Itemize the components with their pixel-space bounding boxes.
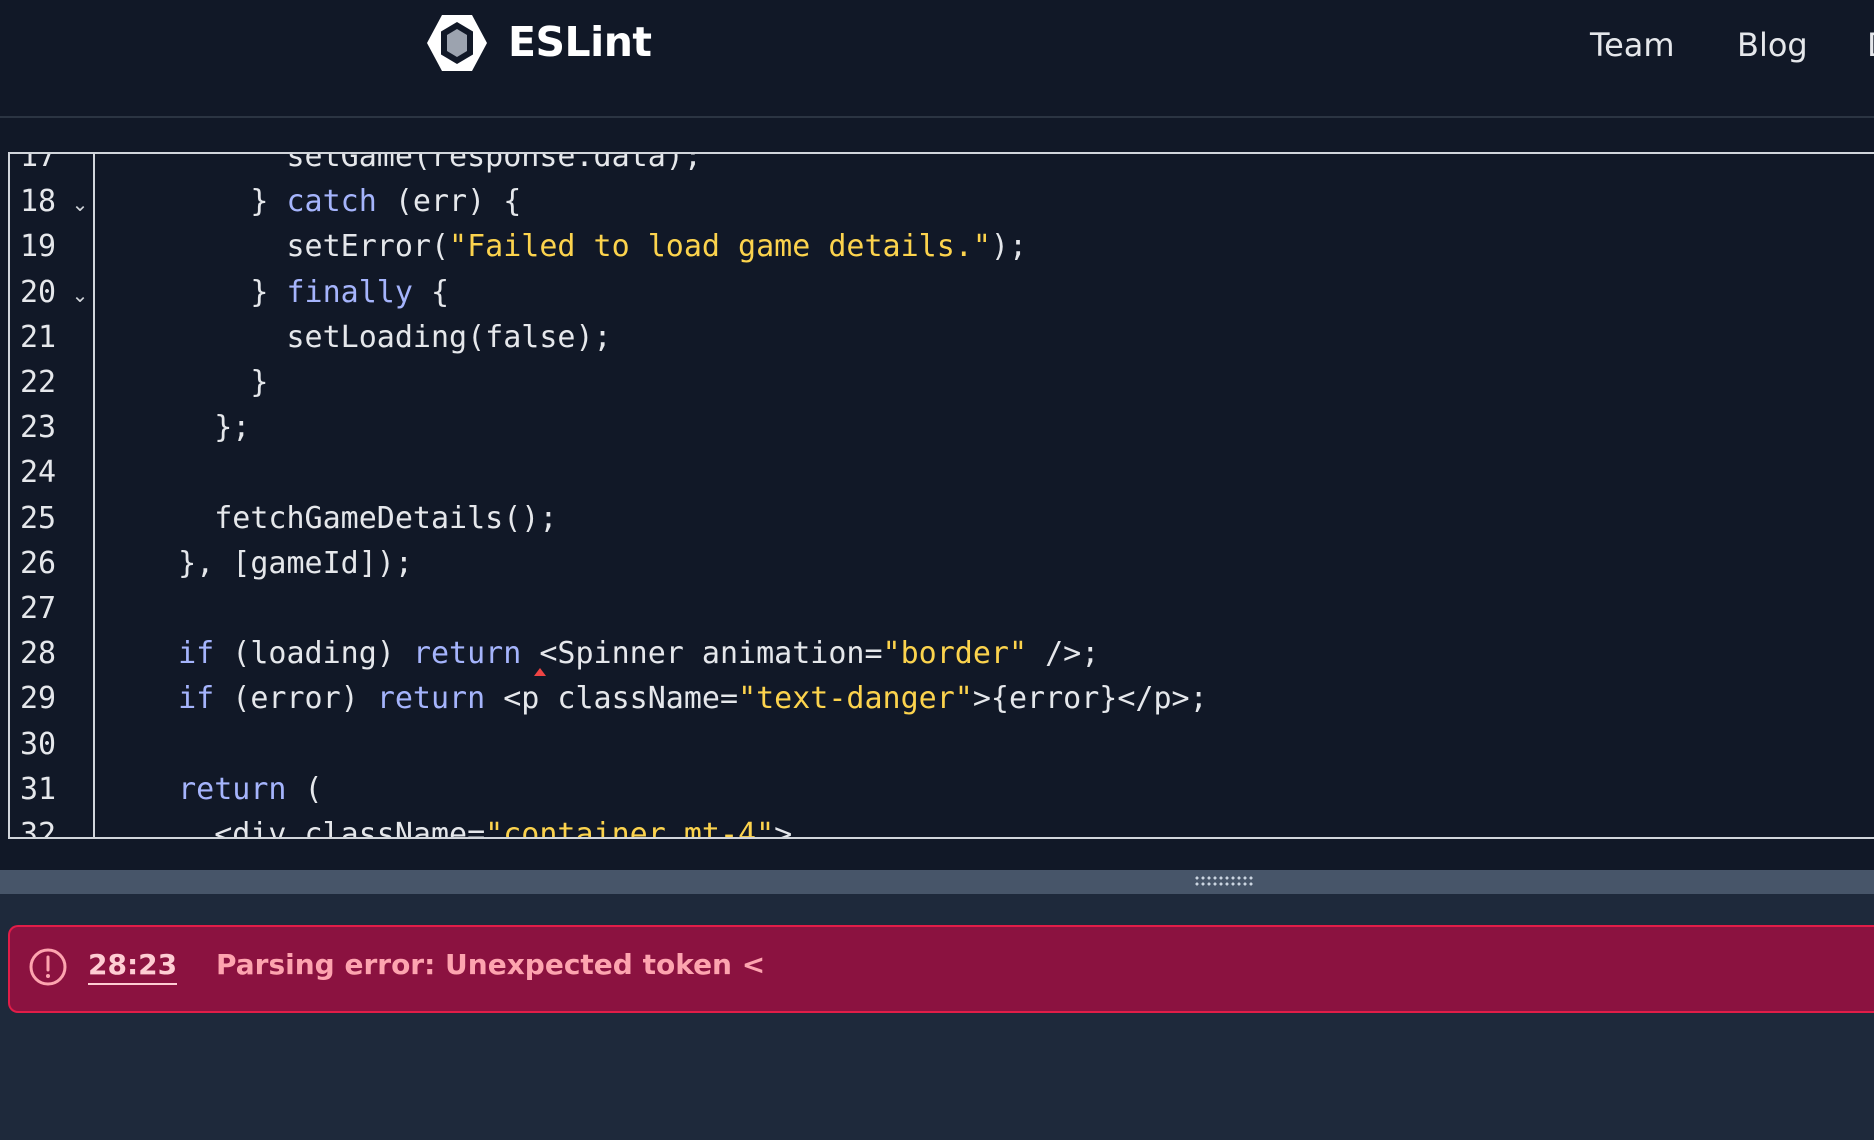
code-line[interactable]: return ( [142,767,323,812]
error-message-text: Parsing error: Unexpected token < [216,948,766,981]
code-token: setGame(response.data); [142,152,702,174]
code-line[interactable]: } finally { [142,270,449,315]
error-position-marker [534,668,546,676]
keyword-token: catch [286,184,377,220]
code-line[interactable]: setError("Failed to load game details.")… [142,224,1027,269]
error-location-link[interactable]: 28:23 [88,947,178,985]
code-token: />; [1027,636,1100,672]
code-editor[interactable]: 17 18 ⌄ 19 20 ⌄ 21 22 23 24 25 26 27 28 29 30 31 32 setGa… [8,152,1874,839]
nav-docs-link[interactable]: D [1867,26,1874,64]
brand-name[interactable]: ESLint [508,18,652,66]
code-token: { [412,274,450,310]
line-number: 21 [20,319,57,355]
string-token: "container mt-4" [485,817,775,839]
code-token: (error) [214,681,377,717]
string-token: "Failed to load game details." [449,229,991,265]
code-token: <p className= [485,681,739,717]
line-number: 27 [20,591,57,626]
line-number: 32 [20,817,57,839]
string-token: "text-danger" [738,681,973,717]
pane-resize-splitter[interactable] [0,870,1874,894]
code-line[interactable]: }, [gameId]); [142,541,413,586]
code-token: } [142,274,287,310]
site-header: ESLint Team Blog D [0,0,1874,118]
keyword-token: if [178,681,215,717]
line-number: 31 [20,771,57,807]
line-number: 18 [20,184,57,220]
code-line[interactable]: setGame(response.data); [142,152,702,179]
code-token: }; [142,410,251,446]
line-number: 26 [20,545,57,581]
line-number: 19 [20,229,57,265]
code-line[interactable]: if (error) return <p className="text-dan… [142,676,1208,721]
code-token: <Spinner animation= [521,636,883,672]
keyword-token: return [376,681,486,717]
line-number: 17 [20,152,57,174]
code-token: }, [gameId]); [142,545,413,581]
code-line[interactable]: } [142,360,268,405]
code-token: (err) { [376,184,522,220]
code-line[interactable]: <div className="container mt-4"> [142,812,793,839]
line-number: 20 [20,274,57,310]
line-number: 25 [20,500,57,536]
nav-team-link[interactable]: Team [1590,26,1675,64]
code-token: } [142,365,269,400]
code-token: } [142,184,287,220]
code-line[interactable]: }; [142,405,250,450]
alert-circle-icon [29,948,67,986]
line-number: 24 [20,455,57,491]
drag-handle-icon[interactable] [1194,875,1254,887]
code-token: >{error}</p>; [972,681,1208,717]
code-line[interactable]: fetchGameDetails(); [142,496,557,541]
code-token: > [774,817,793,839]
line-number: 30 [20,726,57,762]
string-token: "border" [882,636,1028,672]
code-line[interactable]: setLoading(false); [142,315,612,360]
line-number: 23 [20,410,57,446]
code-token: setLoading(false); [142,319,612,355]
keyword-token: return [412,636,522,672]
chevron-down-icon[interactable]: ⌄ [70,270,90,315]
nav-blog-link[interactable]: Blog [1737,26,1808,64]
code-line[interactable]: } catch (err) { [142,179,521,224]
line-number: 28 [20,636,57,672]
keyword-token: finally [286,274,413,310]
error-message-banner: 28:23 Parsing error: Unexpected token < [8,925,1874,1013]
code-token: ( [286,771,323,807]
keyword-token: return [178,771,287,807]
line-number-gutter: 17 18 ⌄ 19 20 ⌄ 21 22 23 24 25 26 27 28 29 30 31 32 [10,154,95,837]
code-token: fetchGameDetails(); [142,500,558,536]
keyword-token: if [178,636,215,672]
line-number: 29 [20,681,57,717]
eslint-logo-icon[interactable] [424,12,490,74]
code-line[interactable]: if (loading) return <Spinner animation="… [142,631,1099,676]
code-token: ); [990,229,1028,265]
code-token: (loading) [214,636,413,672]
chevron-down-icon[interactable]: ⌄ [70,179,90,224]
code-token: setError( [142,229,450,265]
line-number: 22 [20,365,57,400]
code-token: <div className= [142,817,486,839]
